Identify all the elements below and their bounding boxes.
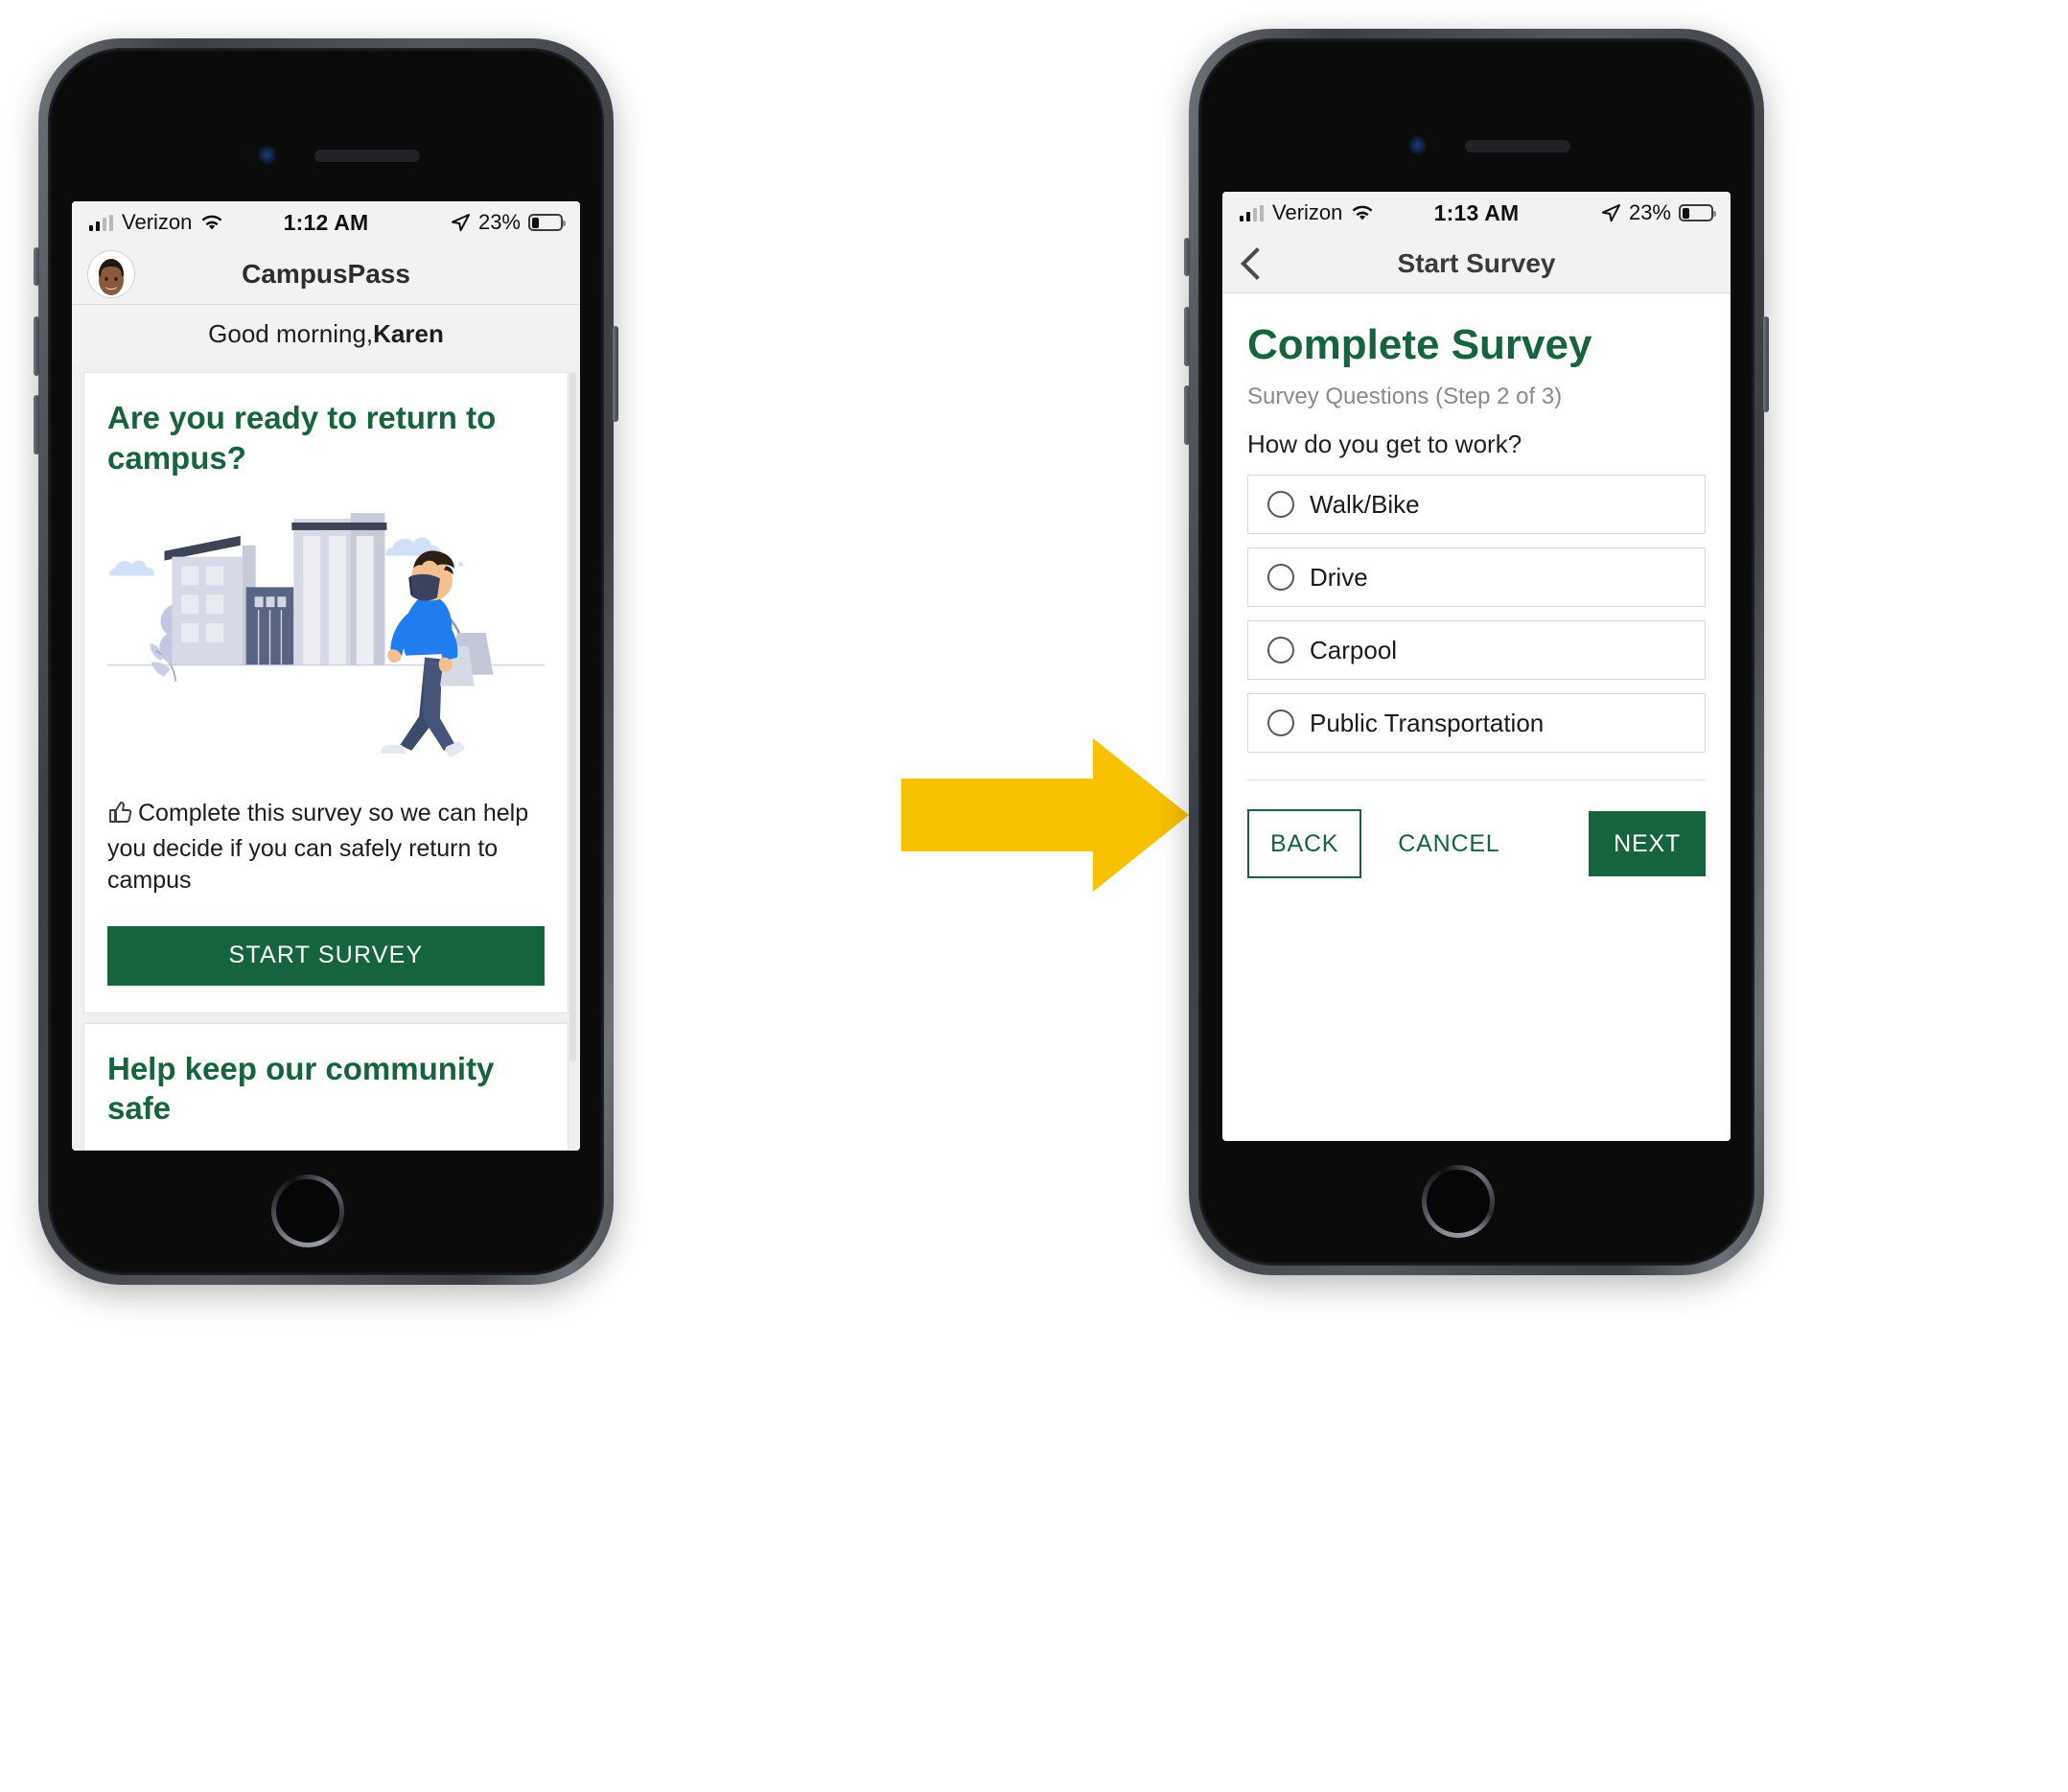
option-label: Walk/Bike	[1310, 489, 1420, 519]
location-arrow-icon	[1601, 204, 1620, 222]
option-label: Drive	[1310, 562, 1368, 592]
option-label: Public Transportation	[1310, 708, 1545, 737]
option-public-transportation[interactable]: Public Transportation	[1247, 693, 1706, 754]
left-phone-volume-down-button[interactable]	[34, 395, 39, 454]
card-body-copy: Complete this survey so we can help you …	[107, 800, 529, 895]
survey-step-label: Survey Questions (Step 2 of 3)	[1247, 384, 1563, 410]
location-arrow-icon	[451, 214, 470, 232]
card-heading: Are you ready to return to campus?	[107, 400, 497, 476]
person-walking-with-mask-illustration	[107, 487, 545, 775]
left-status-right: 23%	[450, 210, 566, 235]
option-label: Carpool	[1310, 635, 1398, 664]
right-phone-mute-switch[interactable]	[1184, 238, 1190, 276]
right-phone-home-button[interactable]	[1422, 1165, 1495, 1238]
left-status-bar: Verizon 1:12 AM 23%	[72, 201, 580, 244]
left-phone-volume-up-button[interactable]	[34, 316, 39, 376]
home-scroll-area[interactable]: Are you ready to return to campus? Compl…	[72, 362, 580, 1151]
card-body-text: Complete this survey so we can help you …	[107, 798, 545, 897]
survey-options-group: Walk/Bike Drive Carpool Public Transport…	[1247, 475, 1706, 754]
radio-icon[interactable]	[1267, 710, 1294, 737]
right-status-bar: Verizon 1:13 AM 23%	[1222, 192, 1731, 234]
radio-icon[interactable]	[1267, 564, 1294, 592]
survey-question: How do you get to work?	[1247, 430, 1522, 459]
vertical-scrollbar[interactable]	[569, 372, 576, 1062]
app-bar: CampusPass	[72, 244, 580, 305]
start-survey-button[interactable]: START SURVEY	[107, 925, 545, 986]
option-walk-bike[interactable]: Walk/Bike	[1247, 475, 1706, 535]
chevron-left-icon	[1241, 246, 1273, 280]
battery-icon	[1679, 204, 1716, 221]
survey-heading: Complete Survey	[1247, 321, 1592, 368]
nav-bar: Start Survey	[1222, 234, 1731, 293]
right-arrow-icon	[901, 738, 1189, 892]
radio-icon[interactable]	[1267, 637, 1294, 664]
left-phone-screen: Verizon 1:12 AM 23% CampusPass Good morn…	[72, 201, 580, 1151]
cancel-action-button[interactable]: CANCEL	[1398, 830, 1499, 858]
battery-percent-label: 23%	[477, 210, 521, 234]
survey-panel: Complete Survey Survey Questions (Step 2…	[1222, 293, 1731, 1141]
next-action-button[interactable]: NEXT	[1589, 811, 1706, 877]
right-phone-screen: Verizon 1:13 AM 23% Start Survey Complet…	[1222, 192, 1731, 1141]
right-phone-volume-up-button[interactable]	[1184, 307, 1190, 366]
greeting-prefix: Good morning,	[208, 318, 374, 348]
radio-icon[interactable]	[1267, 491, 1294, 519]
option-drive[interactable]: Drive	[1247, 547, 1706, 608]
left-phone-device: Verizon 1:12 AM 23% CampusPass Good morn…	[34, 38, 618, 1285]
flow-arrow	[901, 738, 1189, 892]
greeting-name: Karen	[373, 318, 444, 348]
back-button[interactable]	[1241, 234, 1278, 292]
left-phone-home-button[interactable]	[271, 1175, 344, 1247]
avatar[interactable]	[87, 249, 135, 298]
left-phone-power-button[interactable]	[613, 326, 618, 422]
left-phone-mute-switch[interactable]	[34, 247, 39, 286]
survey-actions: BACK CANCEL NEXT	[1247, 809, 1706, 879]
right-phone-device: Verizon 1:13 AM 23% Start Survey Complet…	[1184, 29, 1769, 1275]
return-to-campus-card: Are you ready to return to campus? Compl…	[83, 372, 569, 1013]
thumbs-up-icon	[107, 801, 132, 833]
page-title: CampusPass	[242, 258, 410, 289]
battery-icon	[528, 214, 566, 231]
right-phone-volume-down-button[interactable]	[1184, 385, 1190, 445]
community-safe-card: Help keep our community safe	[83, 1022, 569, 1151]
user-avatar-image	[88, 250, 134, 297]
right-phone-front-camera-icon	[1407, 136, 1428, 156]
left-phone-front-camera-icon	[257, 146, 277, 166]
right-phone-power-button[interactable]	[1763, 316, 1769, 412]
back-action-button[interactable]: BACK	[1247, 809, 1362, 879]
option-carpool[interactable]: Carpool	[1247, 620, 1706, 681]
greeting-banner: Good morning, Karen	[72, 305, 580, 363]
nav-title: Start Survey	[1397, 247, 1556, 278]
left-phone-earpiece-speaker	[314, 150, 420, 162]
battery-percent-label: 23%	[1628, 200, 1671, 224]
right-phone-earpiece-speaker	[1465, 140, 1570, 152]
right-status-right: 23%	[1600, 200, 1716, 225]
community-card-heading: Help keep our community safe	[107, 1050, 495, 1127]
